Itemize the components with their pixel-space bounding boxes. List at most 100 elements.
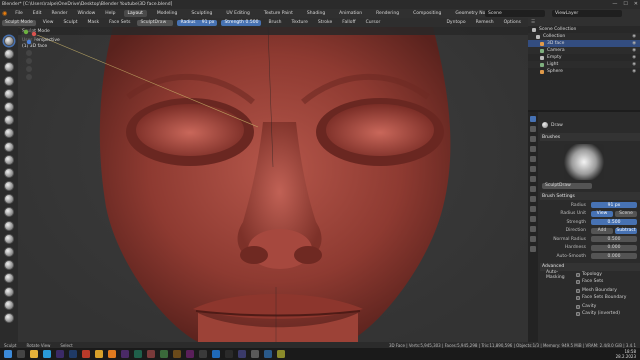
media-icon[interactable] [82, 350, 90, 358]
obs-icon[interactable] [225, 350, 233, 358]
constraints-tab-icon[interactable] [530, 216, 536, 222]
misc-icon[interactable] [147, 350, 155, 358]
3d-viewport[interactable]: Sculpt Mode User Perspective (1) 3D face [18, 27, 528, 342]
smooth-brush-icon[interactable] [4, 154, 14, 165]
radius-field[interactable]: Radius 91 px [177, 19, 218, 26]
camera-view-icon[interactable] [26, 66, 32, 72]
after-effects-icon[interactable] [56, 350, 64, 358]
xd-icon[interactable] [186, 350, 194, 358]
sculpt-face-mesh[interactable] [18, 27, 528, 342]
blender-icon[interactable] [108, 350, 116, 358]
brush-name-field[interactable]: SculptDraw [542, 182, 592, 189]
auto-smooth-field[interactable]: 0.000 [591, 253, 637, 259]
tab-texture-paint[interactable]: Texture Paint [260, 10, 297, 17]
photoshop-icon[interactable] [69, 350, 77, 358]
blob-brush-icon[interactable] [4, 128, 14, 139]
menu-window[interactable]: Window [76, 11, 98, 16]
outliner-row[interactable]: Sphere ◉ [528, 68, 640, 75]
grab-brush-icon[interactable] [4, 233, 14, 244]
menu-sculpt[interactable]: Sculpt [60, 20, 80, 25]
x-axis-icon[interactable] [31, 31, 37, 37]
snake-hook-brush-icon[interactable] [4, 260, 14, 271]
eye-icon[interactable]: ◉ [632, 34, 636, 39]
brush-selector[interactable]: SculptDraw [137, 19, 174, 26]
y-axis-icon[interactable] [23, 29, 29, 35]
eye-icon[interactable]: ◉ [632, 48, 636, 53]
tool-tab-icon[interactable] [530, 116, 536, 122]
app4-icon[interactable] [277, 350, 285, 358]
maximize-button[interactable]: ☐ [623, 1, 627, 7]
menu-view[interactable]: View [40, 20, 57, 25]
remesh-dropdown[interactable]: Remesh [473, 20, 497, 25]
eye-icon[interactable]: ◉ [632, 55, 636, 60]
hardness-field[interactable]: 0.000 [591, 244, 637, 251]
texture-tab-icon[interactable] [530, 246, 536, 252]
render-tab-icon[interactable] [530, 126, 536, 132]
tab-shading[interactable]: Shading [303, 10, 329, 17]
app2-icon[interactable] [251, 350, 259, 358]
system-clock[interactable]: 18:58 28.2.2023 [616, 349, 636, 359]
davinci-icon[interactable] [199, 350, 207, 358]
outliner-row[interactable]: Empty ◉ [528, 54, 640, 61]
menu-help[interactable]: Help [103, 11, 117, 16]
particles-tab-icon[interactable] [530, 196, 536, 202]
pan-icon[interactable] [26, 58, 32, 64]
search-icon[interactable] [17, 350, 25, 358]
tab-uv-editing[interactable]: UV Editing [222, 10, 253, 17]
mode-selector[interactable]: Sculpt Mode [2, 19, 36, 26]
tab-compositing[interactable]: Compositing [409, 10, 445, 17]
face-sets-checkbox[interactable] [576, 279, 580, 284]
radius-unit-scene-button[interactable]: Scene [615, 210, 637, 217]
menu-edit[interactable]: Edit [31, 11, 44, 16]
fill-brush-icon[interactable] [4, 181, 14, 192]
inflate-brush-icon[interactable] [4, 115, 14, 126]
draw-brush-icon[interactable] [4, 36, 14, 46]
tab-layout[interactable]: Layout [123, 10, 147, 17]
brush-preview[interactable] [564, 144, 604, 180]
brush-settings-header[interactable]: Brush Settings [540, 192, 640, 200]
illustrator-icon[interactable] [173, 350, 181, 358]
cavity-checkbox[interactable] [576, 304, 580, 309]
menu-render[interactable]: Render [50, 11, 70, 16]
modifier-tab-icon[interactable] [530, 186, 536, 192]
navigation-gizmo[interactable] [18, 27, 40, 87]
normal-radius-field[interactable]: 0.500 [591, 236, 637, 242]
world-tab-icon[interactable] [530, 166, 536, 172]
outliner-row[interactable]: 3D face ◉ [528, 40, 640, 47]
pinch-brush-icon[interactable] [4, 220, 14, 231]
eye-icon[interactable]: ◉ [632, 62, 636, 67]
outliner-row[interactable]: Camera ◉ [528, 47, 640, 54]
tab-rendering[interactable]: Rendering [372, 10, 403, 17]
data-tab-icon[interactable] [530, 226, 536, 232]
dyntopo-toggle[interactable]: Dyntopo [443, 20, 468, 25]
physics-tab-icon[interactable] [530, 206, 536, 212]
output-tab-icon[interactable] [530, 136, 536, 142]
tab-modeling[interactable]: Modeling [153, 10, 181, 17]
direction-add-button[interactable]: Add [591, 227, 613, 234]
tab-animation[interactable]: Animation [335, 10, 366, 17]
menu-mask[interactable]: Mask [85, 20, 103, 25]
scene-selector[interactable]: Scene [485, 10, 545, 17]
dropdown-texture[interactable]: Texture [288, 20, 310, 25]
ortho-toggle-icon[interactable] [26, 74, 32, 80]
options-dropdown[interactable]: Options [501, 20, 524, 25]
close-button[interactable]: ✕ [634, 1, 638, 7]
explorer-icon[interactable] [30, 350, 38, 358]
topology-checkbox[interactable] [576, 272, 580, 277]
multiplane-scrape-brush-icon[interactable] [4, 207, 14, 218]
eye-icon[interactable]: ◉ [632, 69, 636, 74]
menu-file[interactable]: File [13, 11, 25, 16]
tab-sculpting[interactable]: Sculpting [187, 10, 216, 17]
minimize-button[interactable]: — [612, 1, 617, 7]
app3-icon[interactable] [264, 350, 272, 358]
elastic-deform-brush-icon[interactable] [4, 247, 14, 257]
layer-brush-icon[interactable] [4, 101, 14, 112]
files-icon[interactable] [160, 350, 168, 358]
scrape-brush-icon[interactable] [4, 194, 14, 205]
chrome-icon[interactable] [95, 350, 103, 358]
mesh-boundary-checkbox[interactable] [576, 288, 580, 293]
scene-tab-icon[interactable] [530, 156, 536, 162]
material-tab-icon[interactable] [530, 236, 536, 242]
face-sets-boundary-checkbox[interactable] [576, 295, 580, 300]
draw-sharp-brush-icon[interactable] [4, 49, 14, 60]
